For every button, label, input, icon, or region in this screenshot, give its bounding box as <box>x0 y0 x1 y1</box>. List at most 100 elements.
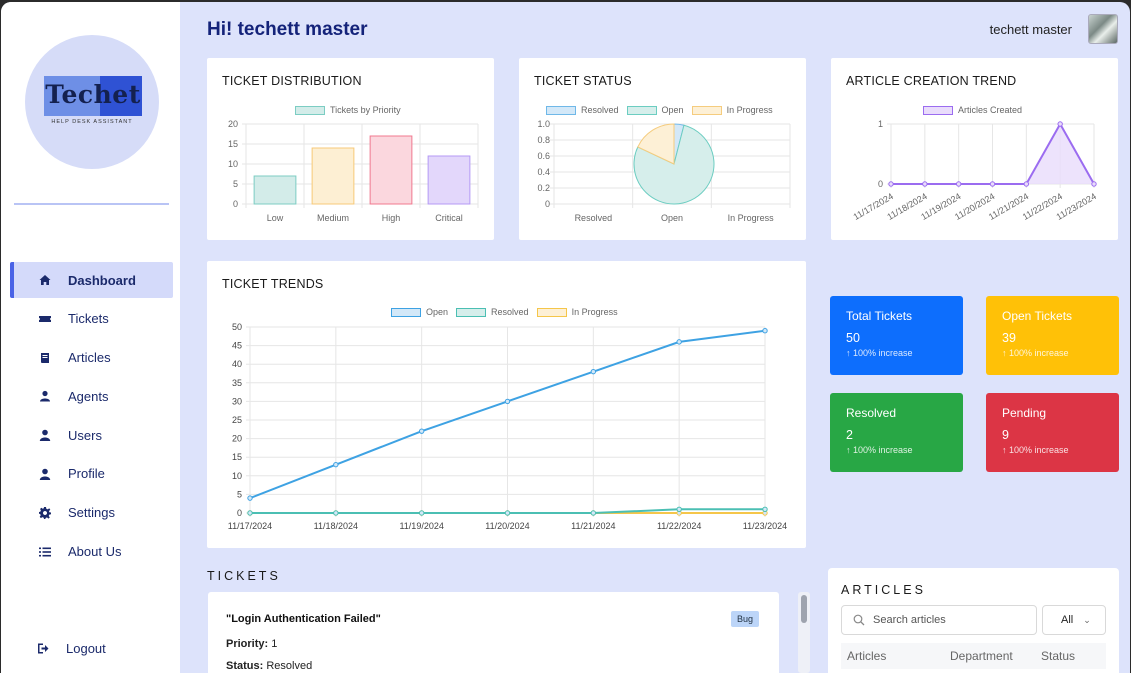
logo-subtitle: HELP DESK ASSISTANT <box>51 119 133 125</box>
articles-card: ARTICLES Search articles All ⌄ Articles … <box>828 568 1119 673</box>
sidebar-item-label: Profile <box>68 466 105 482</box>
search-input[interactable]: Search articles <box>841 605 1037 635</box>
data-point <box>504 398 511 405</box>
sidebar-item-label: About Us <box>68 544 122 560</box>
app-window: Techet HELP DESK ASSISTANT Dashboard Tic… <box>1 2 1130 673</box>
stat-card-open-tickets[interactable]: Open Tickets 39 ↑ 100% increase <box>986 296 1119 375</box>
profile-icon <box>38 467 52 481</box>
sidebar-item-dashboard[interactable]: Dashboard <box>10 262 173 298</box>
stat-title: Total Tickets <box>846 309 913 323</box>
data-point <box>504 510 511 516</box>
data-point <box>955 181 962 187</box>
book-icon <box>38 351 52 365</box>
data-point <box>247 495 253 501</box>
y-tick-label: 35 <box>232 378 242 388</box>
y-tick-label: 5 <box>233 179 238 189</box>
data-point <box>333 510 339 516</box>
logout-button[interactable]: Logout <box>38 641 106 656</box>
stat-card-total-tickets[interactable]: Total Tickets 50 ↑ 100% increase <box>830 296 963 375</box>
x-tick-label: Critical <box>435 213 463 223</box>
ticket-priority: Priority: 1 <box>226 638 278 650</box>
department-filter-select[interactable]: All ⌄ <box>1042 605 1106 635</box>
x-tick-label: High <box>382 213 401 223</box>
sidebar-item-label: Tickets <box>68 311 109 327</box>
scrollbar-thumb[interactable] <box>801 595 807 623</box>
logo[interactable]: Techet HELP DESK ASSISTANT <box>25 35 159 169</box>
x-tick-label: Low <box>267 213 284 223</box>
list-icon <box>38 545 52 559</box>
y-tick-label: 5 <box>237 489 242 499</box>
stat-value: 9 <box>1002 428 1009 442</box>
tickets-scrollbar[interactable] <box>798 592 810 673</box>
x-tick-label: Medium <box>317 213 349 223</box>
sidebar-item-about-us[interactable]: About Us <box>10 534 173 570</box>
column-header[interactable]: Status <box>1041 649 1075 663</box>
sidebar-item-tickets[interactable]: Tickets <box>10 301 173 337</box>
ticket-title: "Login Authentication Failed" <box>226 613 381 625</box>
x-tick-label: 11/17/2024 <box>228 521 272 531</box>
data-point <box>989 181 996 187</box>
home-icon <box>38 273 52 287</box>
ticket-card[interactable]: "Login Authentication Failed" Bug Priori… <box>208 592 779 673</box>
y-tick-label: 0 <box>233 199 238 209</box>
search-icon <box>853 614 865 626</box>
bar <box>311 147 355 205</box>
ticket-status-card: TICKET STATUS Resolved Open In Progress … <box>519 58 806 240</box>
sidebar-nav: Dashboard Tickets Articles Agents Users … <box>10 262 173 572</box>
sidebar-item-agents[interactable]: Agents <box>10 378 173 414</box>
ticket-distribution-card: TICKET DISTRIBUTION Tickets by Priority … <box>207 58 494 240</box>
sidebar-item-users[interactable]: Users <box>10 417 173 453</box>
data-point <box>333 461 339 468</box>
x-tick-label: 11/19/2024 <box>399 521 443 531</box>
articles-section-title: ARTICLES <box>841 583 926 597</box>
stat-title: Open Tickets <box>1002 309 1073 323</box>
sidebar-item-label: Users <box>68 427 102 443</box>
bar <box>253 175 297 205</box>
logo-mark: Techet <box>44 76 142 116</box>
y-tick-label: 0.6 <box>537 151 550 161</box>
sidebar-item-profile[interactable]: Profile <box>10 456 173 492</box>
y-tick-label: 40 <box>232 359 242 369</box>
page-title: Hi! techett master <box>207 19 368 40</box>
y-tick-label: 10 <box>228 159 238 169</box>
line-chart: 0 5 10 15 20 25 30 35 40 45 50 11/17/2024 11/18/2024… <box>228 322 787 531</box>
tickets-section-title: TICKETS <box>207 569 281 583</box>
user-menu[interactable]: techett master <box>990 14 1118 44</box>
chevron-down-icon: ⌄ <box>1083 614 1091 625</box>
y-tick-label: 10 <box>232 471 242 481</box>
stat-title: Resolved <box>846 406 897 420</box>
sidebar-item-label: Articles <box>68 350 111 366</box>
y-tick-label: 30 <box>232 396 242 406</box>
sidebar-item-settings[interactable]: Settings <box>10 495 173 531</box>
avatar[interactable] <box>1088 14 1118 44</box>
stat-change: ↑ 100% increase <box>846 348 913 358</box>
y-tick-label: 45 <box>232 341 242 351</box>
ticket-icon <box>38 312 52 326</box>
y-tick-label: 0 <box>545 199 550 209</box>
article-trend-card: ARTICLE CREATION TREND Articles Created … <box>831 58 1118 240</box>
data-point <box>762 328 768 334</box>
y-tick-label: 15 <box>228 139 238 149</box>
column-header[interactable]: Department <box>950 649 1013 663</box>
sidebar-item-label: Settings <box>68 505 115 521</box>
data-point <box>762 506 768 512</box>
data-point <box>1023 181 1030 187</box>
data-point <box>247 510 253 516</box>
stat-card-resolved[interactable]: Resolved 2 ↑ 100% increase <box>830 393 963 472</box>
x-tick-label: 11/22/2024 <box>657 521 701 531</box>
x-tick-label: 11/21/2024 <box>571 521 615 531</box>
y-tick-label: 0 <box>237 508 242 518</box>
stat-card-pending[interactable]: Pending 9 ↑ 100% increase <box>986 393 1119 472</box>
data-point <box>590 510 597 516</box>
data-point <box>1091 181 1097 187</box>
area-chart: 0111/17/202411/18/202411/19/202411/20/20… <box>852 119 1098 222</box>
logout-icon <box>38 642 52 655</box>
agent-icon <box>38 389 52 403</box>
ticket-trends-card: TICKET TRENDS Open Resolved In Progress … <box>207 261 806 548</box>
sidebar-divider <box>14 203 169 205</box>
y-tick-label: 1 <box>878 119 883 129</box>
ticket-status: Status: Resolved <box>226 660 313 672</box>
sidebar-item-articles[interactable]: Articles <box>10 340 173 376</box>
ticket-type-badge: Bug <box>731 611 760 627</box>
column-header[interactable]: Articles <box>847 649 886 663</box>
